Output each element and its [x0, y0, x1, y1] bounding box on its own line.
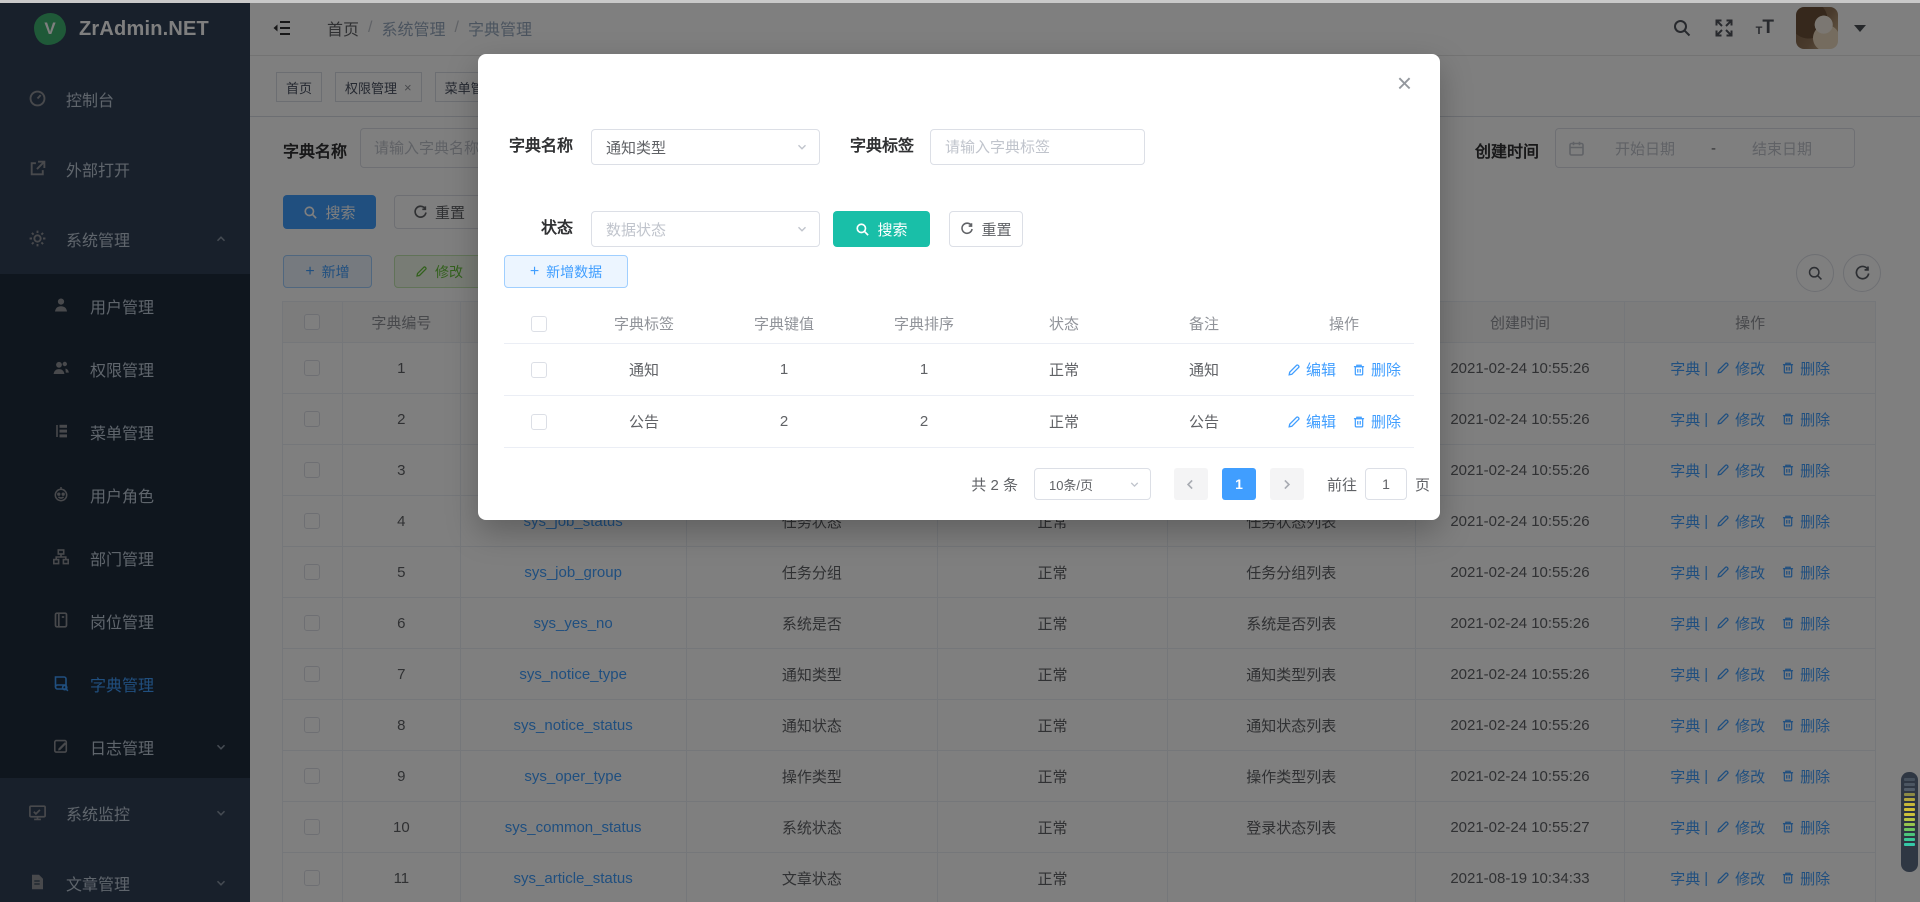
table-cell: 通知	[1134, 344, 1274, 395]
header-cell: 字典标签	[574, 304, 714, 343]
table-cell: 1	[714, 344, 854, 395]
dialog-reset-label: 重置	[981, 219, 1011, 240]
dialog-dict-label-label: 字典标签	[845, 129, 914, 165]
action-edit-link[interactable]: 编辑	[1287, 411, 1336, 432]
widget-stripe	[1904, 788, 1915, 791]
table-cell: 公告	[574, 396, 714, 447]
dialog-dict-name-select[interactable]: 通知类型	[591, 129, 820, 165]
widget-stripe	[1904, 798, 1915, 801]
prev-page-button[interactable]	[1174, 468, 1208, 500]
widget-stripe	[1904, 838, 1915, 841]
widget-stripe	[1904, 818, 1915, 821]
table-cell: 编辑删除	[1274, 396, 1414, 447]
widget-stripe	[1904, 783, 1915, 786]
widget-stripe	[1904, 813, 1915, 816]
header-cell: 字典键值	[714, 304, 854, 343]
close-icon[interactable]: ×	[1397, 70, 1412, 96]
chevron-down-icon	[795, 140, 809, 154]
dialog-pagination: 共 2 条 10条/页 1 前往 页	[504, 466, 1430, 502]
dialog-table-row: 公告22正常公告编辑删除	[504, 396, 1414, 448]
header-cell: 状态	[994, 304, 1134, 343]
dialog-status-label: 状态	[504, 211, 573, 247]
widget-stripe	[1904, 808, 1915, 811]
goto-page-input[interactable]	[1365, 468, 1407, 500]
header-cell	[504, 304, 574, 343]
status-placeholder: 数据状态	[606, 219, 666, 240]
page-size-select[interactable]: 10条/页	[1034, 468, 1151, 500]
table-cell: 正常	[994, 396, 1134, 447]
dialog-dict-name-label: 字典名称	[504, 129, 573, 165]
dialog-table-header-row: 字典标签字典键值字典排序状态备注操作	[504, 304, 1414, 344]
widget-stripe	[1904, 778, 1915, 781]
row-checkbox[interactable]	[531, 362, 547, 378]
table-cell: 2	[854, 396, 994, 447]
table-cell	[504, 396, 574, 447]
widget-stripe	[1904, 823, 1915, 826]
action-edit-link[interactable]: 编辑	[1287, 359, 1336, 380]
chevron-down-icon	[795, 222, 809, 236]
dialog-reset-button[interactable]: 重置	[949, 211, 1023, 247]
table-cell: 编辑删除	[1274, 344, 1414, 395]
widget-stripe	[1904, 828, 1915, 831]
table-cell: 公告	[1134, 396, 1274, 447]
dict-name-selected-value: 通知类型	[606, 137, 666, 158]
window-top-edge	[0, 0, 1920, 3]
dict-data-dialog: × 字典名称 通知类型 字典标签 状态 数据状态 搜索 重置 + 新增数据 字典…	[478, 54, 1440, 520]
dialog-add-data-button[interactable]: + 新增数据	[504, 255, 628, 288]
table-cell: 正常	[994, 344, 1134, 395]
dialog-dict-label-input[interactable]	[930, 129, 1145, 165]
dialog-table-row: 通知11正常通知编辑删除	[504, 344, 1414, 396]
table-cell: 2	[714, 396, 854, 447]
widget-stripe	[1904, 803, 1915, 806]
page-1-button[interactable]: 1	[1222, 468, 1256, 500]
table-cell: 通知	[574, 344, 714, 395]
browser-extension-widget[interactable]	[1901, 772, 1918, 872]
dialog-dict-data-table: 字典标签字典键值字典排序状态备注操作通知11正常通知编辑删除公告22正常公告编辑…	[504, 304, 1414, 448]
page-size-value: 10条/页	[1049, 475, 1093, 494]
dialog-add-data-label: 新增数据	[546, 262, 602, 282]
dialog-status-select[interactable]: 数据状态	[591, 211, 820, 247]
table-cell	[504, 344, 574, 395]
goto-label: 前往	[1327, 474, 1357, 495]
pagination-total: 共 2 条	[971, 474, 1018, 495]
next-page-button[interactable]	[1270, 468, 1304, 500]
header-cell: 字典排序	[854, 304, 994, 343]
widget-stripe	[1904, 793, 1915, 796]
widget-stripe	[1904, 843, 1915, 846]
action-delete-link[interactable]: 删除	[1352, 411, 1401, 432]
select-all-checkbox[interactable]	[531, 316, 547, 332]
dialog-search-label: 搜索	[877, 219, 907, 240]
dialog-search-button[interactable]: 搜索	[833, 211, 930, 247]
chevron-down-icon	[1128, 478, 1141, 491]
row-checkbox[interactable]	[531, 414, 547, 430]
widget-stripe	[1904, 833, 1915, 836]
plus-icon: +	[530, 264, 539, 280]
header-cell: 操作	[1274, 304, 1414, 343]
table-cell: 1	[854, 344, 994, 395]
header-cell: 备注	[1134, 304, 1274, 343]
action-delete-link[interactable]: 删除	[1352, 359, 1401, 380]
page-unit-label: 页	[1415, 474, 1430, 495]
